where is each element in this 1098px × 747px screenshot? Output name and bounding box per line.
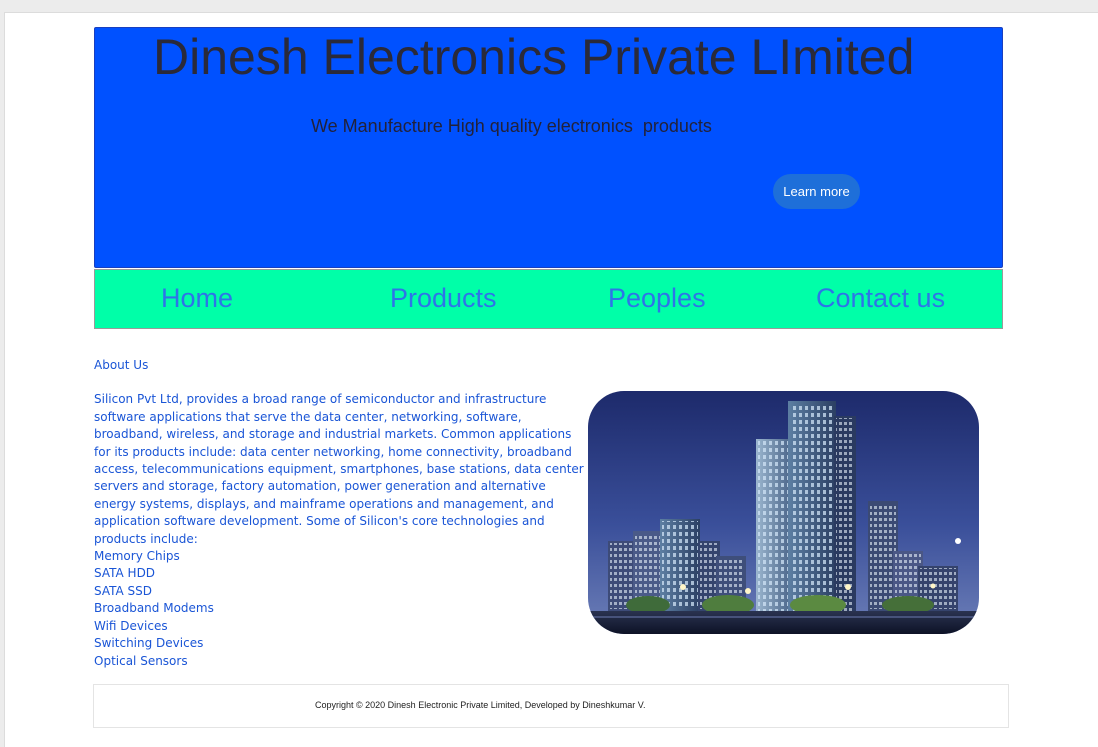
copyright-text: Copyright © 2020 Dinesh Electronic Priva…: [315, 700, 646, 710]
building-image: [588, 391, 979, 634]
nav-item-home[interactable]: Home: [161, 283, 233, 314]
list-item: Optical Sensors: [94, 653, 188, 668]
list-item: Broadband Modems: [94, 601, 214, 616]
nav-item-contact-us[interactable]: Contact us: [816, 283, 945, 314]
page: Dinesh Electronics Private LImited We Ma…: [4, 12, 1098, 747]
hero-subtitle: We Manufacture High quality electronics …: [311, 116, 712, 136]
hero-banner: Dinesh Electronics Private LImited We Ma…: [94, 27, 1003, 268]
list-item: Switching Devices: [94, 636, 204, 651]
about-heading: About Us: [94, 358, 149, 372]
list-item: SATA HDD: [94, 566, 156, 581]
learn-more-button[interactable]: Learn more: [773, 174, 860, 209]
about-body: Silicon Pvt Ltd, provides a broad range …: [94, 392, 584, 546]
list-item: Memory Chips: [94, 549, 180, 564]
company-title: Dinesh Electronics Private LImited: [153, 29, 915, 85]
nav-item-products[interactable]: Products: [390, 283, 497, 314]
footer: Copyright © 2020 Dinesh Electronic Priva…: [93, 684, 1009, 728]
list-item: SATA SSD: [94, 583, 153, 598]
main-nav: Home Products Peoples Contact us: [94, 269, 1003, 329]
product-list: Memory Chips SATA HDD SATA SSD Broadband…: [94, 548, 584, 670]
about-section: About Us Silicon Pvt Ltd, provides a bro…: [94, 357, 584, 670]
list-item: Wifi Devices: [94, 618, 168, 633]
nav-item-peoples[interactable]: Peoples: [608, 283, 706, 314]
